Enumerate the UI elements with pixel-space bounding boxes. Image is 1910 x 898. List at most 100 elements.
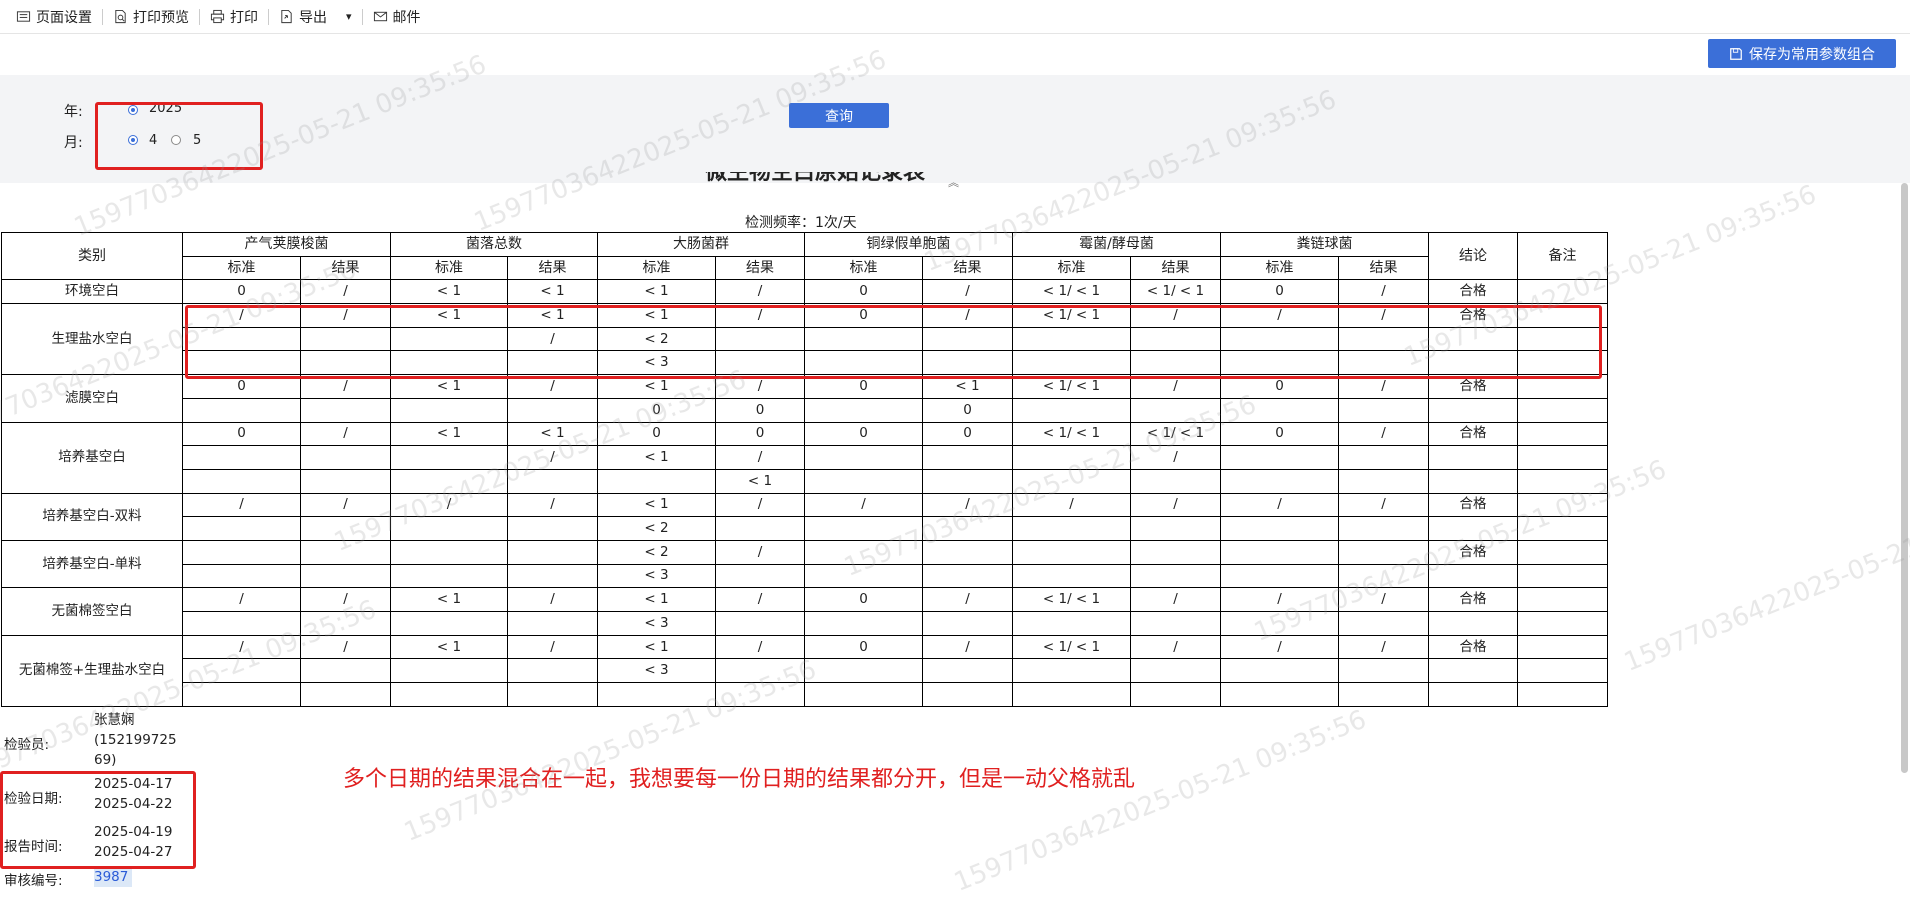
- table-cell[interactable]: /: [715, 587, 805, 612]
- table-cell[interactable]: /: [1220, 492, 1339, 518]
- table-cell[interactable]: < 1/ < 1: [1130, 279, 1221, 305]
- table-cell[interactable]: [804, 658, 923, 684]
- table-cell[interactable]: [1338, 611, 1429, 636]
- table-cell[interactable]: < 1: [507, 279, 598, 305]
- table-cell[interactable]: [182, 658, 301, 684]
- table-cell[interactable]: /: [300, 492, 391, 518]
- table-cell[interactable]: /: [1338, 587, 1429, 612]
- table-cell[interactable]: [1220, 468, 1339, 494]
- table-cell[interactable]: /: [1130, 587, 1221, 612]
- table-cell[interactable]: /: [1130, 634, 1221, 660]
- table-cell[interactable]: [182, 445, 301, 470]
- table-cell[interactable]: [1428, 611, 1518, 636]
- table-cell[interactable]: /: [1220, 587, 1339, 612]
- table-cell[interactable]: /: [715, 539, 805, 565]
- table-cell[interactable]: 0: [1220, 421, 1339, 447]
- table-cell[interactable]: [804, 682, 923, 707]
- table-cell[interactable]: [390, 563, 508, 589]
- table-cell[interactable]: < 1/ < 1: [1012, 587, 1131, 612]
- table-cell[interactable]: [804, 611, 923, 636]
- table-cell[interactable]: [804, 516, 923, 541]
- table-cell[interactable]: [1517, 682, 1608, 707]
- table-cell[interactable]: 0: [804, 279, 923, 305]
- table-cell[interactable]: [300, 445, 391, 470]
- table-cell[interactable]: /: [507, 492, 598, 518]
- table-cell[interactable]: [1428, 445, 1518, 470]
- table-cell[interactable]: [1517, 516, 1608, 541]
- table-cell[interactable]: /: [715, 492, 805, 518]
- table-cell[interactable]: [1338, 539, 1429, 565]
- table-cell[interactable]: 0: [1220, 279, 1339, 305]
- table-cell[interactable]: [182, 397, 301, 423]
- table-cell[interactable]: [1428, 516, 1518, 541]
- table-cell[interactable]: [390, 611, 508, 636]
- table-cell[interactable]: [922, 516, 1013, 541]
- table-cell[interactable]: [300, 516, 391, 541]
- table-cell[interactable]: [1338, 516, 1429, 541]
- table-cell[interactable]: [507, 563, 598, 589]
- table-cell[interactable]: [1517, 611, 1608, 636]
- table-cell[interactable]: [715, 611, 805, 636]
- table-cell[interactable]: 0: [182, 279, 301, 305]
- table-cell[interactable]: < 1: [597, 634, 716, 660]
- table-cell[interactable]: /: [922, 279, 1013, 305]
- table-cell[interactable]: /: [182, 492, 301, 518]
- table-cell[interactable]: < 1: [597, 492, 716, 518]
- table-cell[interactable]: [507, 611, 598, 636]
- table-cell[interactable]: 0: [922, 397, 1013, 423]
- table-cell[interactable]: /: [922, 492, 1013, 518]
- table-cell[interactable]: [182, 539, 301, 565]
- table-cell[interactable]: < 1: [390, 279, 508, 305]
- table-cell[interactable]: /: [182, 587, 301, 612]
- table-cell[interactable]: /: [300, 421, 391, 447]
- table-cell[interactable]: [1338, 397, 1429, 423]
- table-cell[interactable]: 0: [715, 397, 805, 423]
- table-cell[interactable]: [804, 445, 923, 470]
- table-cell[interactable]: [507, 397, 598, 423]
- table-cell[interactable]: /: [804, 492, 923, 518]
- table-cell[interactable]: /: [1130, 445, 1221, 470]
- table-cell[interactable]: [1338, 563, 1429, 589]
- table-cell[interactable]: /: [182, 634, 301, 660]
- table-cell[interactable]: [390, 516, 508, 541]
- table-cell[interactable]: [922, 539, 1013, 565]
- table-cell[interactable]: [182, 611, 301, 636]
- table-cell[interactable]: [182, 516, 301, 541]
- table-cell[interactable]: 0: [715, 421, 805, 447]
- table-cell[interactable]: [507, 658, 598, 684]
- table-cell[interactable]: [1517, 468, 1608, 494]
- table-cell[interactable]: [507, 539, 598, 565]
- table-cell[interactable]: /: [1130, 492, 1221, 518]
- table-cell[interactable]: [1428, 397, 1518, 423]
- table-cell[interactable]: < 1/ < 1: [1012, 421, 1131, 447]
- table-cell[interactable]: /: [922, 634, 1013, 660]
- table-cell[interactable]: [1517, 658, 1608, 684]
- table-cell[interactable]: [507, 682, 598, 707]
- table-cell[interactable]: [804, 539, 923, 565]
- table-cell[interactable]: [597, 682, 716, 707]
- table-cell[interactable]: /: [1012, 492, 1131, 518]
- table-cell[interactable]: < 1: [715, 468, 805, 494]
- vertical-scrollbar[interactable]: [1901, 183, 1908, 773]
- table-cell[interactable]: [1338, 445, 1429, 470]
- print-button[interactable]: 打印: [200, 7, 268, 27]
- table-cell[interactable]: [390, 682, 508, 707]
- table-cell[interactable]: [1130, 516, 1221, 541]
- table-cell[interactable]: [507, 468, 598, 494]
- table-cell[interactable]: /: [715, 445, 805, 470]
- table-cell[interactable]: 0: [922, 421, 1013, 447]
- table-cell[interactable]: 合格: [1428, 421, 1518, 447]
- table-cell[interactable]: /: [1338, 421, 1429, 447]
- mail-button[interactable]: 邮件: [363, 7, 431, 27]
- table-cell[interactable]: < 1: [390, 634, 508, 660]
- table-cell[interactable]: [1012, 445, 1131, 470]
- table-cell[interactable]: [182, 468, 301, 494]
- table-cell[interactable]: /: [1338, 279, 1429, 305]
- table-cell[interactable]: [1012, 468, 1131, 494]
- table-cell[interactable]: 合格: [1428, 279, 1518, 305]
- table-cell[interactable]: 0: [804, 587, 923, 612]
- table-cell[interactable]: [1220, 611, 1339, 636]
- table-cell[interactable]: [1338, 682, 1429, 707]
- table-cell[interactable]: < 1: [597, 445, 716, 470]
- table-cell[interactable]: [922, 445, 1013, 470]
